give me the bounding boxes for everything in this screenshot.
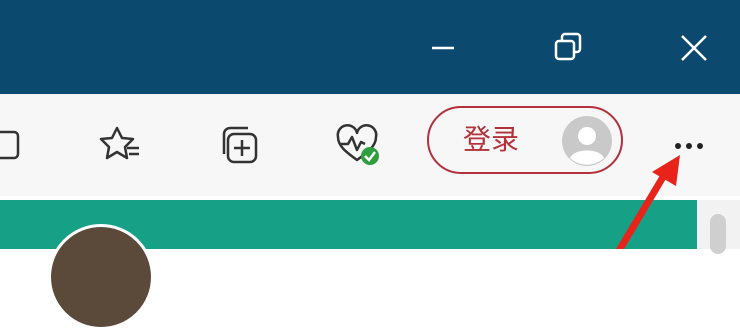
favorites-icon (99, 126, 139, 160)
tab-actions-button[interactable] (0, 120, 38, 170)
restore-button[interactable] (546, 26, 590, 70)
tab-actions-icon (0, 130, 20, 160)
close-icon (681, 35, 707, 61)
collections-button[interactable] (214, 120, 264, 170)
restore-icon (554, 32, 582, 61)
minimize-button[interactable] (420, 26, 464, 70)
page-banner (0, 200, 697, 330)
scrollbar[interactable] (697, 200, 740, 254)
minimize-icon (432, 46, 454, 50)
signin-button[interactable]: 登录 (427, 106, 623, 174)
annotation-arrow (600, 150, 690, 249)
browser-essentials-button[interactable] (332, 120, 382, 170)
arrow-icon (616, 155, 680, 249)
collections-icon (222, 126, 258, 164)
favorites-button[interactable] (95, 120, 145, 170)
signin-label: 登录 (463, 123, 520, 156)
scrollbar-thumb[interactable] (710, 214, 726, 254)
close-button[interactable] (672, 26, 716, 70)
browser-essentials-icon (336, 124, 379, 165)
profile-picture (48, 224, 154, 330)
window-titlebar (0, 0, 740, 94)
